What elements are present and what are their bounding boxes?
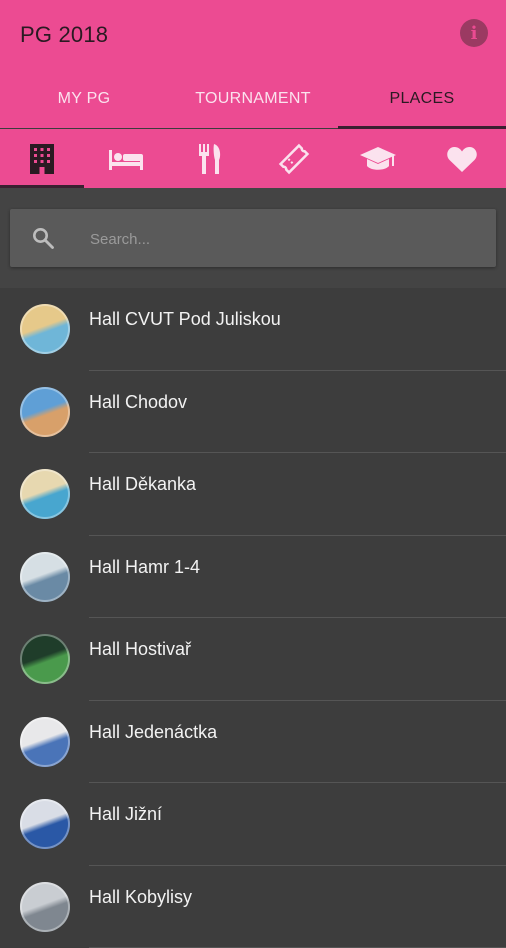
- category-bar: [0, 129, 506, 188]
- list-item[interactable]: Hall Chodov: [0, 371, 506, 454]
- info-icon[interactable]: i: [460, 19, 488, 47]
- category-favorites[interactable]: [420, 129, 504, 188]
- tab-places[interactable]: PLACES: [338, 70, 506, 128]
- list-item[interactable]: Hall Hostivař: [0, 618, 506, 701]
- category-accommodation[interactable]: [84, 129, 168, 188]
- list-item[interactable]: Hall Kobylisy: [0, 866, 506, 948]
- search-section: [0, 188, 506, 288]
- place-photo: [20, 552, 70, 602]
- category-education[interactable]: [336, 129, 420, 188]
- place-name: Hall Hostivař: [89, 639, 191, 660]
- place-photo: [20, 387, 70, 437]
- place-photo: [20, 717, 70, 767]
- list-item[interactable]: Hall Hamr 1-4: [0, 536, 506, 619]
- tab-bar: MY PG TOURNAMENT PLACES: [0, 70, 506, 128]
- place-photo: [20, 469, 70, 519]
- list-item[interactable]: Hall Jedenáctka: [0, 701, 506, 784]
- place-photo: [20, 634, 70, 684]
- graduation-cap-icon: [359, 145, 397, 173]
- place-photo: [20, 799, 70, 849]
- places-list: Hall CVUT Pod Juliskou Hall Chodov Hall Dě…: [0, 288, 506, 900]
- category-food[interactable]: [168, 129, 252, 188]
- place-name: Hall Hamr 1-4: [89, 557, 200, 578]
- search-input[interactable]: [88, 223, 472, 255]
- place-name: Hall Jedenáctka: [89, 722, 217, 743]
- building-icon: [29, 143, 55, 175]
- place-photo: [20, 304, 70, 354]
- tab-my-pg[interactable]: MY PG: [0, 70, 168, 128]
- search-bar[interactable]: [10, 209, 496, 267]
- category-halls[interactable]: [0, 129, 84, 188]
- list-item[interactable]: Hall Děkanka: [0, 453, 506, 536]
- heart-icon: [446, 145, 478, 173]
- category-events[interactable]: [252, 129, 336, 188]
- place-photo: [20, 882, 70, 932]
- app-title: PG 2018: [20, 22, 108, 48]
- tab-tournament[interactable]: TOURNAMENT: [168, 70, 338, 128]
- list-item[interactable]: Hall CVUT Pod Juliskou: [0, 288, 506, 371]
- app-bar: PG 2018 i: [0, 0, 506, 70]
- bed-icon: [108, 148, 144, 170]
- place-name: Hall Jižní: [89, 804, 162, 825]
- search-icon: [32, 227, 54, 249]
- place-name: Hall Děkanka: [89, 474, 196, 495]
- place-name: Hall Chodov: [89, 392, 187, 413]
- place-name: Hall CVUT Pod Juliskou: [89, 309, 281, 330]
- ticket-icon: [278, 143, 310, 175]
- list-item[interactable]: Hall Jižní: [0, 783, 506, 866]
- place-name: Hall Kobylisy: [89, 887, 192, 908]
- restaurant-icon: [197, 143, 223, 175]
